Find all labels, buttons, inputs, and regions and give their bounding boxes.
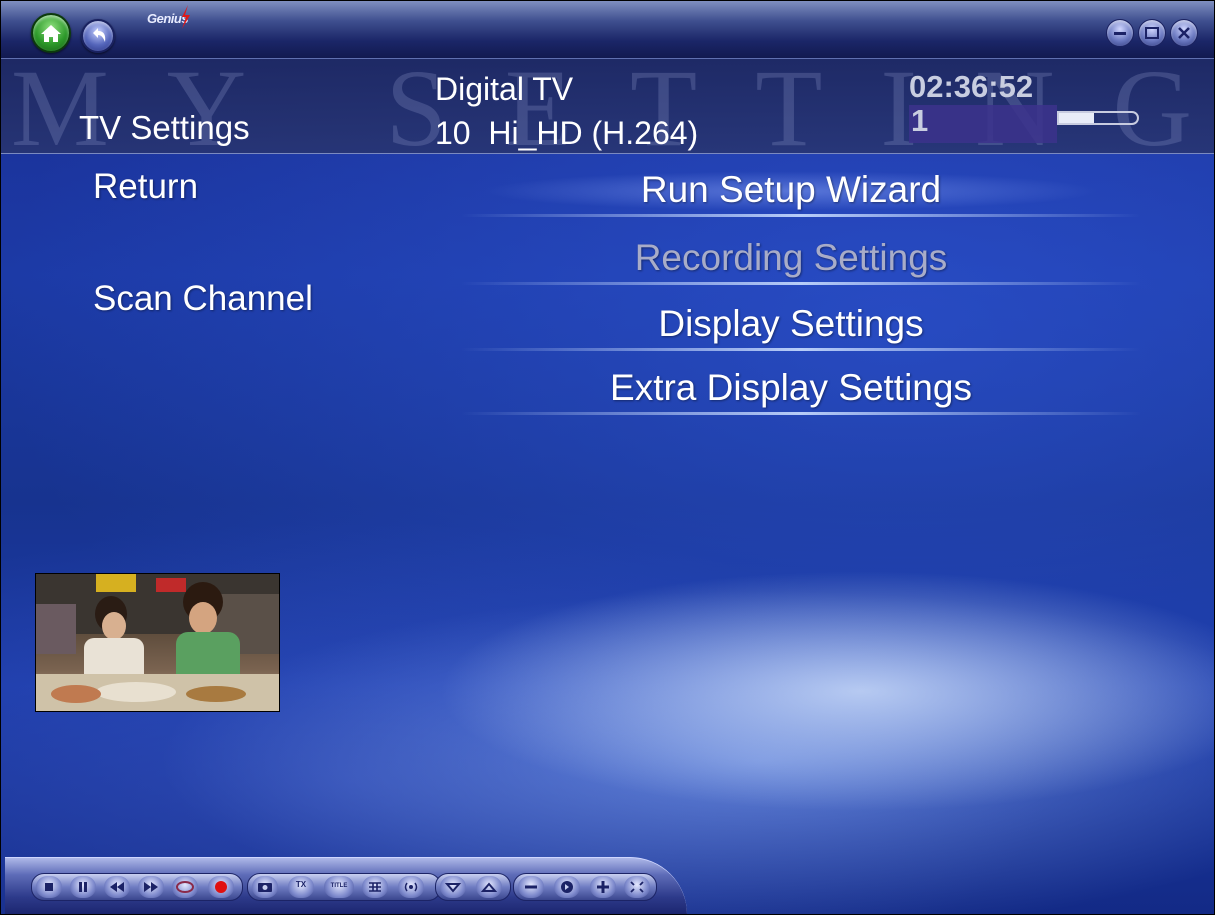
home-icon <box>41 25 61 42</box>
volume-up-button[interactable] <box>590 876 616 898</box>
scan-channel-button[interactable]: Scan Channel <box>93 279 313 319</box>
mute-button[interactable] <box>554 876 580 898</box>
status-header: MY SETTINGS TV Settings Digital TV 10 Hi… <box>1 59 1214 154</box>
volume-down-icon <box>525 885 537 889</box>
timeshift-button[interactable] <box>172 876 198 898</box>
home-button[interactable] <box>31 13 71 53</box>
channel-up-button[interactable] <box>476 876 502 898</box>
close-icon <box>1178 27 1190 39</box>
menu-item-display-settings[interactable]: Display Settings <box>441 303 1141 351</box>
title-button[interactable]: TITLE <box>324 876 354 898</box>
fullscreen-button[interactable] <box>624 876 650 898</box>
title-icon: TITLE <box>330 883 348 889</box>
menu-item-label: Extra Display Settings <box>610 367 972 408</box>
title-bar[interactable]: Genius <box>1 1 1214 59</box>
menu-divider <box>461 412 1141 415</box>
volume-controls <box>513 873 657 901</box>
teletext-button[interactable]: TX <box>288 876 314 898</box>
video-preview[interactable] <box>35 573 280 712</box>
clock: 02:36:52 <box>909 69 1034 104</box>
close-button[interactable] <box>1170 19 1198 47</box>
brand-logo-mark-icon <box>182 5 190 29</box>
menu-item-recording-settings[interactable]: Recording Settings <box>441 237 1141 285</box>
minimize-button[interactable] <box>1106 19 1134 47</box>
maximize-icon <box>1145 27 1159 39</box>
epg-grid-icon <box>369 882 381 892</box>
fullscreen-icon <box>630 881 644 893</box>
snapshot-button[interactable] <box>252 876 278 898</box>
menu-item-label: Display Settings <box>658 303 924 344</box>
stop-icon <box>45 883 53 891</box>
back-button[interactable] <box>81 19 115 53</box>
fast-forward-icon <box>144 882 158 892</box>
playback-toolbar: TX TITLE <box>5 857 687 914</box>
video-frame-image <box>36 574 279 711</box>
broadcast-icon <box>404 882 418 892</box>
record-icon <box>215 881 227 893</box>
mute-icon <box>561 881 573 893</box>
back-arrow-icon <box>93 28 106 42</box>
channel-info: 10 Hi_HD (H.264) <box>435 115 699 151</box>
channel-down-button[interactable] <box>440 876 466 898</box>
menu-item-run-setup-wizard[interactable]: Run Setup Wizard <box>441 169 1141 217</box>
minimize-icon <box>1114 32 1126 35</box>
menu-divider <box>461 282 1141 285</box>
rewind-button[interactable] <box>104 876 130 898</box>
timeshift-icon <box>176 881 194 893</box>
broadcast-button[interactable] <box>398 876 424 898</box>
channel-controls <box>435 873 511 901</box>
teletext-icon: TX <box>295 880 307 889</box>
pause-button[interactable] <box>70 876 96 898</box>
volume-down-button[interactable] <box>518 876 544 898</box>
tv-app-window: Genius MY SETTINGS TV Settings Digital T… <box>0 0 1215 915</box>
snapshot-icon <box>258 883 272 892</box>
pause-icon <box>79 882 87 892</box>
signal-strength-fill <box>1059 113 1095 123</box>
menu-item-label: Run Setup Wizard <box>640 169 942 210</box>
menu-item-extra-display-settings[interactable]: Extra Display Settings <box>441 367 1141 415</box>
channel-down-icon <box>444 883 462 893</box>
channel-up-icon <box>480 882 498 892</box>
signal-strength-bar <box>1057 111 1139 125</box>
sub-channel-number: 1 <box>909 105 1057 143</box>
page-title: TV Settings <box>79 109 250 146</box>
record-button[interactable] <box>208 876 234 898</box>
menu-item-label: Recording Settings <box>634 237 948 278</box>
volume-up-icon <box>597 881 609 893</box>
return-button[interactable]: Return <box>93 167 198 207</box>
menu-divider <box>461 214 1141 217</box>
stop-button[interactable] <box>36 876 62 898</box>
epg-button[interactable] <box>362 876 388 898</box>
transport-controls <box>31 873 243 901</box>
source-name: Digital TV <box>435 71 574 107</box>
feature-controls: TX TITLE <box>247 873 441 901</box>
rewind-icon <box>110 882 124 892</box>
menu-divider <box>461 348 1141 351</box>
maximize-button[interactable] <box>1138 19 1166 47</box>
fast-forward-button[interactable] <box>138 876 164 898</box>
